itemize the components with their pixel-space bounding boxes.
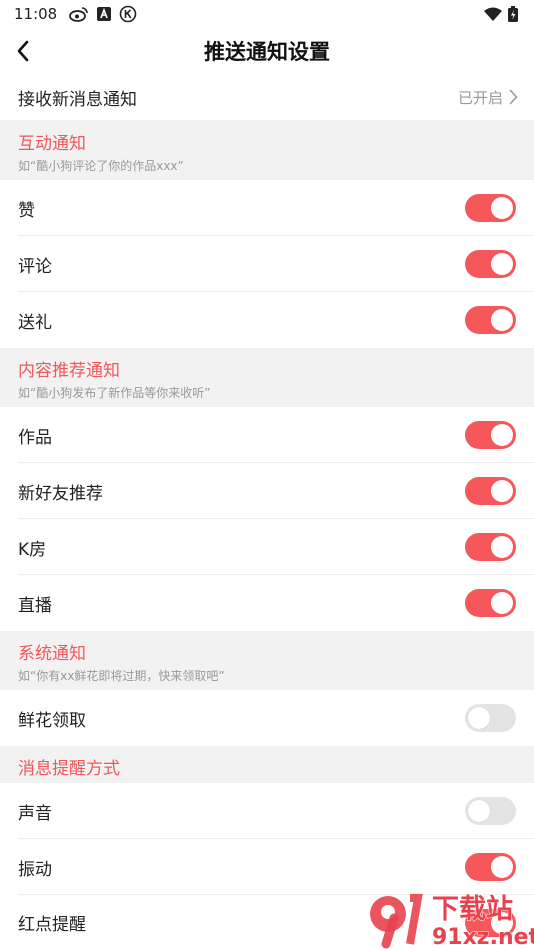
setting-row-like: 赞 (0, 180, 534, 236)
a-badge-icon (97, 7, 112, 21)
page-title: 推送通知设置 (204, 40, 330, 64)
section-title: 系统通知 (18, 644, 86, 664)
receive-notifications-value: 已开启 (457, 88, 503, 107)
k-circle-icon (119, 5, 137, 23)
section-content-recommend: 内容推荐通知 如“酷小狗发布了新作品等你来收听” (0, 348, 534, 407)
toggle-new-friend[interactable] (465, 477, 516, 505)
setting-label: 新好友推荐 (18, 483, 103, 504)
toggle-knob (491, 480, 513, 502)
status-right (484, 6, 518, 22)
toggle-red-dot[interactable] (465, 908, 516, 937)
toggle-like[interactable] (465, 194, 516, 222)
setting-label: 声音 (18, 803, 52, 824)
toggle-knob (491, 424, 513, 446)
section-desc: 如“酷小狗评论了你的作品xxx” (18, 159, 184, 173)
toggle-flower[interactable] (465, 704, 516, 732)
setting-row-live: 直播 (0, 575, 534, 631)
receive-notifications-label: 接收新消息通知 (18, 89, 137, 110)
battery-icon (508, 6, 518, 22)
status-time: 11:08 (14, 5, 58, 23)
section-title: 互动通知 (18, 134, 86, 154)
toggle-knob (491, 911, 513, 934)
toggle-knob (468, 707, 490, 729)
setting-label: 作品 (18, 427, 52, 448)
section-reminder-method: 消息提醒方式 (0, 746, 534, 783)
setting-row-flower: 鲜花领取 (0, 690, 534, 746)
setting-label: 赞 (18, 200, 35, 221)
section-system: 系统通知 如“你有xx鲜花即将过期，快来领取吧” (0, 631, 534, 690)
setting-row-k-room: K房 (0, 519, 534, 575)
setting-row-works: 作品 (0, 407, 534, 463)
setting-label: 评论 (18, 256, 52, 277)
setting-row-new-friend: 新好友推荐 (0, 463, 534, 519)
toggle-knob (468, 800, 490, 822)
receive-notifications-value-wrap: 已开启 (458, 87, 518, 108)
section-desc: 如“酷小狗发布了新作品等你来收听” (18, 386, 211, 400)
receive-notifications-row[interactable]: 接收新消息通知 已开启 (0, 74, 534, 120)
toggle-knob (491, 309, 513, 331)
toggle-vibrate[interactable] (465, 853, 516, 881)
nav-bar: 推送通知设置 (0, 28, 534, 74)
section-title: 消息提醒方式 (18, 759, 120, 779)
toggle-comment[interactable] (465, 250, 516, 278)
toggle-gift[interactable] (465, 306, 516, 334)
section-title: 内容推荐通知 (18, 361, 120, 381)
toggle-k-room[interactable] (465, 533, 516, 561)
status-notification-icons (69, 5, 137, 23)
section-interaction: 互动通知 如“酷小狗评论了你的作品xxx” (0, 120, 534, 180)
section-desc: 如“你有xx鲜花即将过期，快来领取吧” (18, 669, 225, 683)
setting-row-vibrate: 振动 (0, 839, 534, 895)
toggle-works[interactable] (465, 421, 516, 449)
toggle-sound[interactable] (465, 797, 516, 825)
setting-label: 振动 (18, 859, 52, 880)
setting-row-comment: 评论 (0, 236, 534, 292)
setting-label: 送礼 (18, 312, 52, 333)
setting-label: 鲜花领取 (18, 710, 86, 731)
back-button[interactable] (8, 36, 38, 66)
toggle-live[interactable] (465, 589, 516, 617)
toggle-knob (491, 536, 513, 558)
status-bar: 11:08 (0, 0, 534, 28)
toggle-knob (491, 856, 513, 878)
chevron-right-icon (509, 89, 518, 105)
setting-label: 红点提醒 (18, 915, 86, 935)
setting-row-sound: 声音 (0, 783, 534, 839)
setting-row-gift: 送礼 (0, 292, 534, 348)
chevron-left-icon (17, 40, 29, 62)
setting-label: 直播 (18, 595, 52, 616)
toggle-knob (491, 592, 513, 614)
toggle-knob (491, 197, 513, 219)
setting-row-red-dot: 红点提醒 (0, 895, 534, 950)
setting-label: K房 (18, 539, 47, 560)
weibo-icon (69, 7, 89, 22)
toggle-knob (491, 253, 513, 275)
wifi-icon (484, 7, 502, 21)
